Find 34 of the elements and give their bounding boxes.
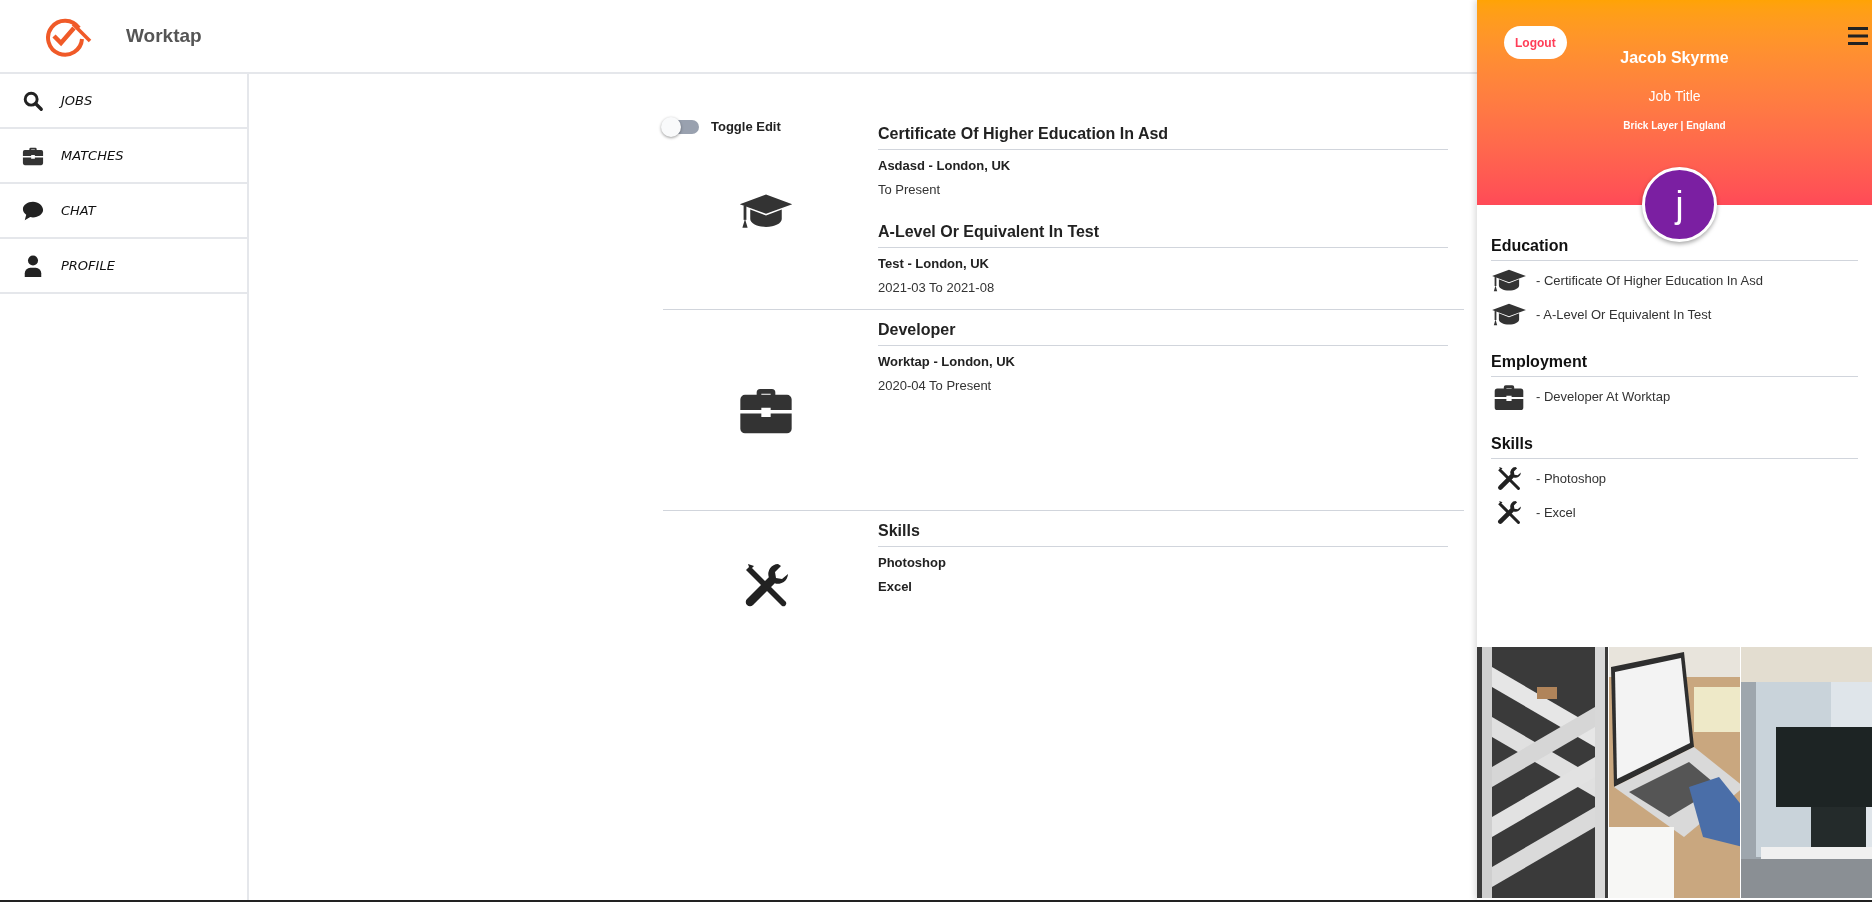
brand-name: Worktap — [126, 23, 202, 48]
avatar: j — [1642, 167, 1717, 242]
group-heading: Employment — [1491, 351, 1858, 377]
entry-dates: To Present — [878, 181, 942, 199]
group-heading: Skills — [1491, 433, 1858, 459]
graduation-cap-icon — [1491, 302, 1527, 328]
skill-name: Excel — [878, 578, 913, 596]
toggle-switch[interactable] — [663, 120, 699, 134]
profile-name: Jacob Skyrme — [1620, 48, 1729, 68]
profile-item: - Certificate Of Higher Education In Asd — [1536, 272, 1763, 291]
profile-item: - Photoshop — [1536, 470, 1607, 489]
briefcase-icon — [737, 386, 794, 434]
entry-title: Developer — [878, 318, 1448, 346]
profile-item: - Excel — [1536, 504, 1576, 523]
graduation-cap-icon — [1491, 268, 1527, 294]
search-icon — [22, 89, 44, 112]
chat-bubble-icon — [22, 199, 44, 222]
entry-dates: 2021-03 To 2021-08 — [878, 279, 996, 297]
entry-dates: 2020-04 To Present — [878, 377, 993, 395]
profile-item: - A-Level Or Equivalent In Test — [1536, 306, 1712, 325]
entry-title: Skills — [878, 519, 1448, 547]
job-title: Job Title — [1648, 87, 1701, 106]
entry-title: Certificate Of Higher Education In Asd — [878, 122, 1448, 150]
skill-name: Photoshop — [878, 554, 947, 572]
user-icon — [22, 254, 44, 277]
profile-item: - Developer At Worktap — [1536, 388, 1671, 407]
entry-title: A-Level Or Equivalent In Test — [878, 220, 1448, 248]
profile-location: Brick Layer | England — [1623, 119, 1726, 133]
group-heading: Education — [1491, 235, 1858, 261]
entry-subtitle: Test - London, UK — [878, 255, 990, 273]
entry-subtitle: Asdasd - London, UK — [878, 157, 1012, 175]
entry-subtitle: Worktap - London, UK — [878, 353, 1016, 371]
toggle-label: Toggle Edit — [711, 118, 781, 137]
menu-icon[interactable] — [1848, 27, 1868, 45]
